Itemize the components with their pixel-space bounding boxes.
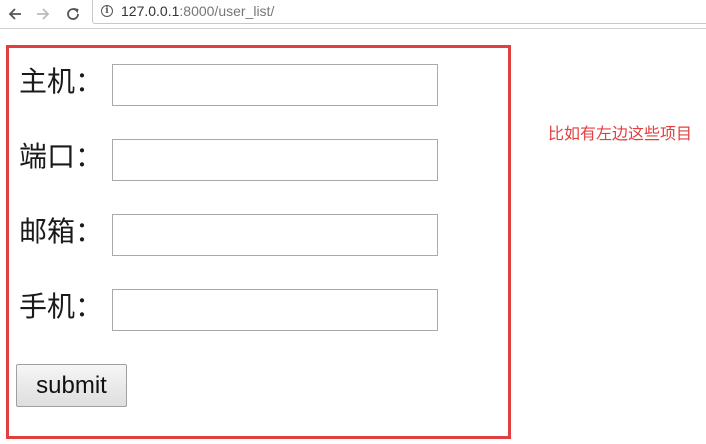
email-input[interactable] bbox=[112, 214, 438, 256]
forward-button[interactable] bbox=[32, 3, 54, 25]
info-icon[interactable]: i bbox=[101, 5, 113, 17]
annotation-note: 比如有左边这些项目 bbox=[548, 124, 693, 143]
form-highlight-box: 主机： 端口： 邮箱： 手机： submit bbox=[6, 45, 511, 439]
address-bar[interactable]: i 127.0.0.1:8000/user_list/ bbox=[92, 0, 706, 24]
forward-arrow-icon bbox=[37, 8, 50, 20]
host-input[interactable] bbox=[112, 64, 438, 106]
phone-label: 手机： bbox=[19, 290, 104, 323]
reload-icon bbox=[67, 8, 79, 20]
host-label: 主机： bbox=[19, 65, 104, 98]
browser-toolbar: i 127.0.0.1:8000/user_list/ bbox=[0, 0, 706, 29]
phone-input[interactable] bbox=[112, 289, 438, 331]
reload-button[interactable] bbox=[62, 3, 84, 25]
submit-button[interactable]: submit bbox=[16, 364, 127, 407]
email-label: 邮箱： bbox=[19, 215, 104, 248]
back-arrow-icon bbox=[8, 8, 21, 20]
port-input[interactable] bbox=[112, 139, 438, 181]
url-text[interactable]: 127.0.0.1:8000/user_list/ bbox=[121, 3, 274, 19]
port-label: 端口： bbox=[19, 140, 104, 173]
url-host: 127.0.0.1 bbox=[121, 3, 180, 19]
url-path: :8000/user_list/ bbox=[179, 3, 275, 19]
back-button[interactable] bbox=[4, 3, 26, 25]
